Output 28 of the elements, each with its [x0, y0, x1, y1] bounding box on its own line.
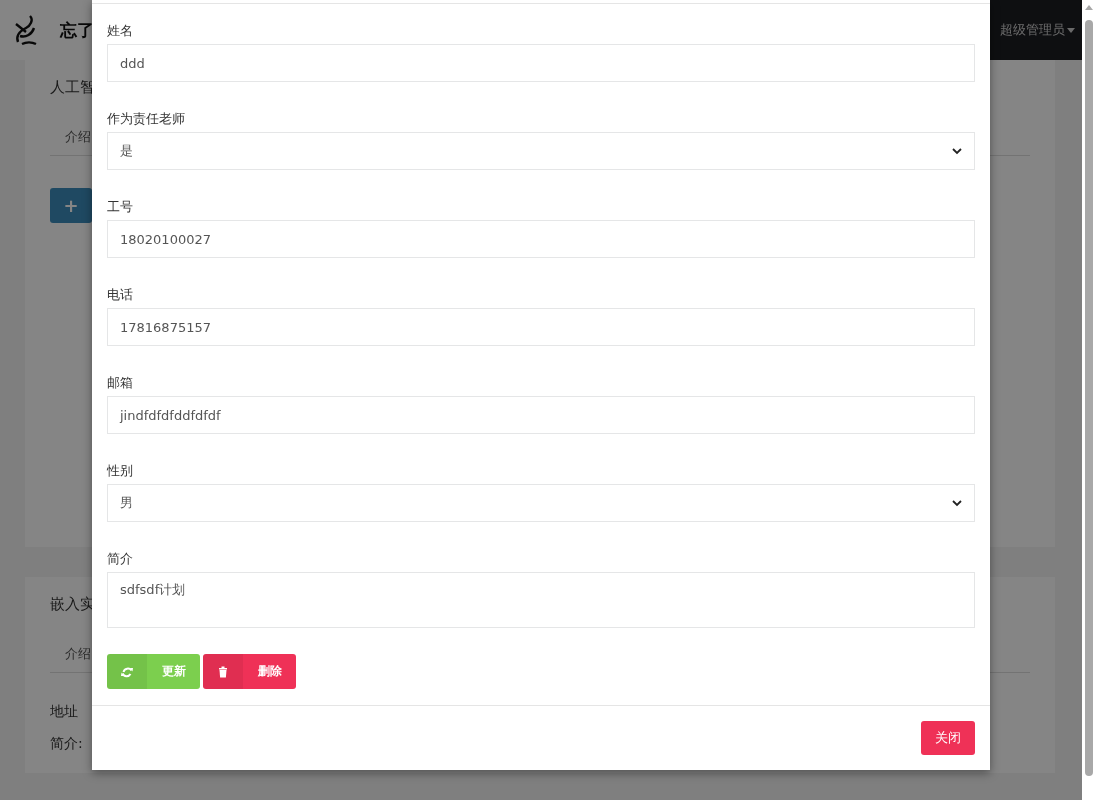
- tab[interactable]: 介绍: [50, 634, 91, 672]
- app-title: 忘了: [60, 18, 94, 42]
- scroll-up-arrow-icon[interactable]: [1085, 4, 1093, 10]
- input-field[interactable]: jindfdfdfddfdfdf: [107, 396, 975, 434]
- delete-button[interactable]: 删除: [203, 654, 296, 689]
- refresh-icon: [121, 665, 133, 678]
- field-label: 邮箱: [107, 374, 134, 392]
- info-text: 简介:: [50, 735, 83, 753]
- field-label: 性别: [107, 462, 134, 480]
- trash-icon: [217, 665, 229, 678]
- field-label: 简介: [107, 550, 134, 568]
- field-label: 电话: [107, 286, 134, 304]
- textarea-field[interactable]: sdfsdf计划: [107, 572, 975, 628]
- field-label: 姓名: [107, 22, 134, 40]
- tab[interactable]: 介绍: [50, 117, 91, 155]
- chevron-down-icon: [952, 147, 962, 155]
- close-button[interactable]: 关闭: [921, 721, 975, 755]
- input-field[interactable]: 18020100027: [107, 220, 975, 258]
- select-field[interactable]: 是: [107, 132, 975, 170]
- field-label: 工号: [107, 198, 134, 216]
- chevron-down-icon: [952, 499, 962, 507]
- field-label: 作为责任老师: [107, 110, 186, 128]
- input-field[interactable]: 17816875157: [107, 308, 975, 346]
- input-field[interactable]: ddd: [107, 44, 975, 82]
- select-field[interactable]: 男: [107, 484, 975, 522]
- user-menu[interactable]: 超级管理员: [990, 0, 1082, 60]
- info-text: 地址: [50, 703, 78, 721]
- caret-icon: [1067, 27, 1075, 33]
